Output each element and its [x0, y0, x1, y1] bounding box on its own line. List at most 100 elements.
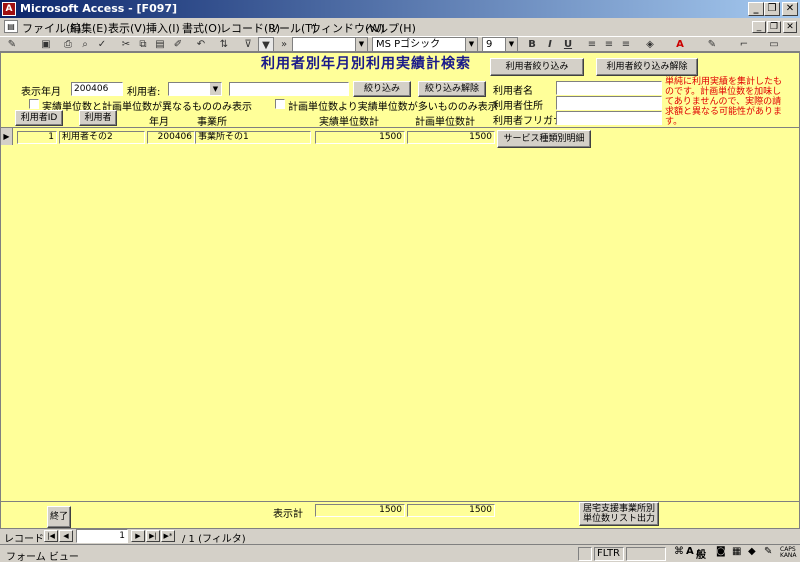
total-plan: 1500 [407, 504, 495, 517]
bold-button[interactable]: B [524, 37, 540, 52]
ime-mode-indicator[interactable]: 般 [696, 546, 706, 561]
user-filter-clear-button[interactable]: 利用者絞り込み解除 [596, 58, 698, 76]
over-plan-checkbox[interactable] [275, 99, 285, 109]
chevron-down-icon[interactable]: ▼ [210, 83, 221, 95]
new-record-button[interactable]: ▶* [161, 530, 175, 542]
col-office-header: 事業所 [197, 117, 227, 128]
row-actual[interactable]: 1500 [315, 131, 405, 144]
record-label: レコード: [4, 534, 48, 545]
minimize-button[interactable]: _ [748, 2, 764, 16]
more-buttons-icon[interactable]: » [276, 37, 292, 52]
status-bar: フォーム ビュー FLTR ⌘ A 般 ◙ ▦ ◆ ✎ CAPS KANA [0, 544, 800, 562]
sort-user-id-button[interactable]: 利用者ID [15, 110, 63, 126]
view-status: フォーム ビュー [6, 552, 79, 562]
menu-insert[interactable]: 挿入(I) [146, 20, 180, 36]
row-month[interactable]: 200406 [147, 131, 195, 144]
warning-note: 単純に利用実績を集計したものです。計画単位数を加味してありませんので、実際の請求… [665, 77, 783, 127]
menu-format[interactable]: 書式(O) [182, 20, 221, 36]
restore-button[interactable]: ❐ [764, 2, 780, 16]
user-kana-label: 利用者フリガナ [493, 116, 563, 127]
user-combo[interactable]: ▼ [168, 82, 222, 96]
user-name-display[interactable] [229, 82, 349, 96]
fill-color-icon[interactable]: ◈ [642, 37, 658, 52]
align-right-icon[interactable]: ≡ [618, 37, 634, 52]
form-icon[interactable]: ▤ [4, 20, 18, 33]
ime-pad-icon[interactable]: ▦ [732, 546, 741, 557]
line-width-icon[interactable]: ⌐ [736, 37, 752, 52]
menu-edit[interactable]: 編集(E) [70, 20, 108, 36]
user-kana-field[interactable] [556, 111, 662, 125]
last-record-button[interactable]: ▶| [146, 530, 160, 542]
total-label: 表示計 [273, 509, 303, 520]
footer-divider [1, 501, 799, 502]
font-color-icon[interactable]: A [672, 37, 688, 52]
col-actual-header: 実績単位数計 [319, 117, 379, 128]
view-icon[interactable]: ✎ [4, 37, 20, 52]
report-output-button[interactable]: 居宅支援事業所別 単位数リスト出力 [579, 502, 659, 526]
paste-icon[interactable]: ▤ [152, 37, 168, 52]
row-plan[interactable]: 1500 [407, 131, 495, 144]
font-size-combo[interactable]: 9 ▼ [482, 37, 518, 52]
ime-help-icon[interactable]: ◆ [748, 546, 756, 557]
ime-config-icon[interactable]: ✎ [764, 546, 772, 557]
menu-bar: ▤ ファイル(F) 編集(E) 表示(V) 挿入(I) 書式(O) レコード(R… [0, 18, 800, 36]
apply-filter-icon[interactable]: ▼ [258, 37, 274, 52]
print-preview-icon[interactable]: ⌕ [77, 37, 93, 52]
over-plan-checkbox-label: 計画単位数より実績単位数が多いもののみ表示 [288, 102, 498, 113]
print-icon[interactable]: ⎙ [60, 37, 76, 52]
filter-status: FLTR [594, 547, 624, 561]
end-button[interactable]: 終了 [47, 506, 71, 528]
access-app-icon[interactable]: A [2, 2, 16, 16]
object-combo[interactable]: ▼ [292, 37, 368, 52]
line-color-icon[interactable]: ✎ [704, 37, 720, 52]
ime-a-indicator[interactable]: A [686, 546, 694, 557]
copy-icon[interactable]: ⧉ [135, 37, 151, 52]
italic-button[interactable]: I [542, 37, 558, 52]
user-name-label: 利用者名 [493, 86, 533, 97]
user-address-field[interactable] [556, 96, 662, 110]
record-selector[interactable]: ▶ [1, 128, 13, 145]
underline-button[interactable]: U [560, 37, 576, 52]
user-address-label: 利用者住所 [493, 101, 543, 112]
row-office[interactable]: 事業所その1 [195, 131, 311, 144]
first-record-button[interactable]: |◀ [44, 530, 58, 542]
sort-icon[interactable]: ⇅ [216, 37, 232, 52]
ime-tool-icon[interactable]: ◙ [716, 546, 726, 557]
format-painter-icon[interactable]: ✐ [170, 37, 186, 52]
filter-button[interactable]: 絞り込み [353, 81, 411, 97]
close-button[interactable]: ✕ [782, 2, 798, 16]
next-record-button[interactable]: ▶ [131, 530, 145, 542]
clear-filter-button[interactable]: 絞り込み解除 [418, 81, 486, 97]
filter-by-selection-icon[interactable]: ⊽ [240, 37, 256, 52]
user-filter-button[interactable]: 利用者絞り込み [490, 58, 584, 76]
mdi-minimize-button[interactable]: _ [752, 21, 766, 33]
mismatch-checkbox[interactable] [29, 99, 39, 109]
undo-icon[interactable]: ↶ [193, 37, 209, 52]
record-navigation: レコード: |◀ ◀ 1 ▶ ▶| ▶* / 1 (フィルタ) [0, 529, 800, 545]
display-month-field[interactable]: 200406 [71, 82, 123, 96]
mdi-close-button[interactable]: ✕ [783, 21, 797, 33]
current-record-field[interactable]: 1 [76, 529, 128, 543]
service-detail-button[interactable]: サービス種類別明細 [497, 130, 591, 148]
user-name-field[interactable] [556, 81, 662, 95]
row-user[interactable]: 利用者その2 [59, 131, 145, 144]
prev-record-button[interactable]: ◀ [59, 530, 73, 542]
mdi-restore-button[interactable]: ❐ [767, 21, 781, 33]
ime-language-icon[interactable]: ⌘ [674, 546, 684, 557]
menu-view[interactable]: 表示(V) [108, 20, 146, 36]
align-left-icon[interactable]: ≡ [584, 37, 600, 52]
row-user-id[interactable]: 1 [17, 131, 57, 144]
form-heading: 利用者別年月別利用実績計検索 [261, 56, 471, 72]
form-body: 利用者別年月別利用実績計検索 表示年月 200406 利用者: ▼ 絞り込み 絞… [0, 52, 800, 529]
menu-help[interactable]: ヘルプ(H) [366, 20, 416, 36]
cut-icon[interactable]: ✂ [118, 37, 134, 52]
display-month-label: 表示年月 [21, 87, 61, 98]
align-center-icon[interactable]: ≡ [601, 37, 617, 52]
spelling-icon[interactable]: ✓ [94, 37, 110, 52]
special-effect-icon[interactable]: ▭ [766, 37, 782, 52]
sort-user-button[interactable]: 利用者 [79, 110, 117, 126]
record-total: / 1 (フィルタ) [182, 534, 246, 545]
save-icon[interactable]: ▣ [38, 37, 54, 52]
font-name-combo[interactable]: MS Pゴシック ▼ [372, 37, 478, 52]
user-label: 利用者: [127, 87, 161, 98]
